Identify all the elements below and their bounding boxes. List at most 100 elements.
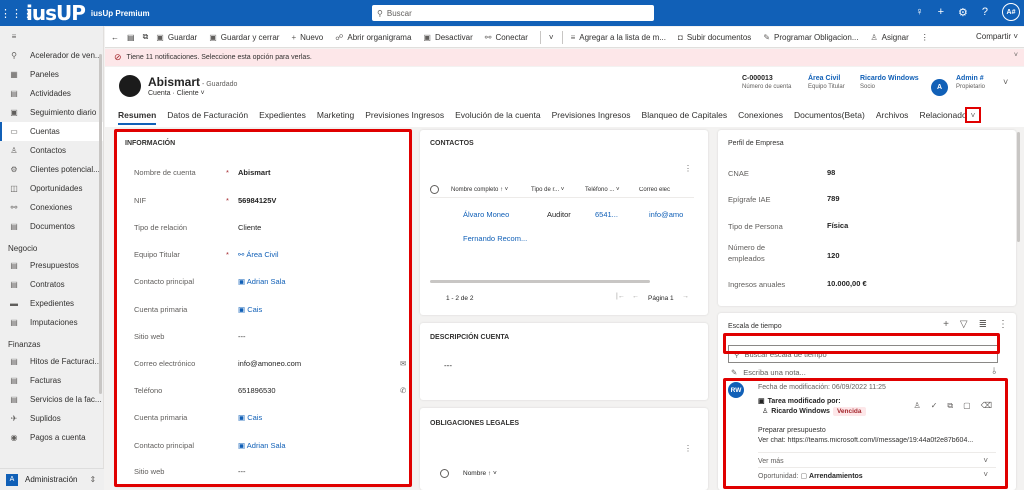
team-value[interactable]: Área Civil — [808, 75, 845, 82]
column-header-tipo[interactable]: Tipo de r... ˅ — [531, 187, 585, 193]
owner-value[interactable]: Admin # — [956, 75, 985, 82]
sidebar-item-actividades[interactable]: ▤ Actividades — [0, 84, 103, 103]
tab-expedientes[interactable]: Expedientes — [259, 110, 306, 125]
field-value[interactable]: ⚯ Área Civil — [238, 250, 278, 259]
assign-button[interactable]: ♙ Asignar — [871, 33, 909, 42]
open-org-chart-button[interactable]: ☍ Abrir organigrama — [335, 33, 411, 42]
sidebar-item-conexiones[interactable]: ⚯ Conexiones — [0, 198, 103, 217]
new-button[interactable]: + Nuevo — [291, 33, 323, 42]
sidebar-item-paneles[interactable]: ▦ Paneles — [0, 65, 103, 84]
sidebar-item-contactos[interactable]: ♙ Contactos — [0, 141, 103, 160]
field-value[interactable]: ▣ Adrian Sala — [238, 277, 286, 286]
field-value[interactable]: Abismart — [238, 168, 271, 177]
field-value[interactable]: 789 — [827, 194, 840, 203]
pager-next-icon[interactable]: → — [682, 293, 689, 300]
help-icon[interactable]: ? — [982, 6, 988, 18]
partner-value[interactable]: Ricardo Windows — [860, 75, 919, 82]
connect-dropdown-chevron-icon[interactable]: ˅ — [549, 33, 554, 42]
sidebar-item-clientes-potenciales[interactable]: ⚙ Clientes potencial... — [0, 160, 103, 179]
tab-datos-facturacion[interactable]: Datos de Facturación — [167, 110, 248, 125]
tab-documentos-beta[interactable]: Documentos(Beta) — [794, 110, 865, 125]
sidebar-item-suplidos[interactable]: ✈ Suplidos — [0, 409, 103, 428]
assign-icon[interactable]: ♙ — [914, 401, 921, 411]
save-button[interactable]: ▣ Guardar — [156, 33, 197, 42]
field-value[interactable]: 120 — [827, 251, 840, 260]
table-row[interactable]: Álvaro Moneo Auditor 6541... info@amo — [463, 210, 689, 219]
timeline-post[interactable]: RW Fecha de modificación: 06/09/2022 11:… — [728, 382, 1000, 482]
sidebar-item-pagos-cuenta[interactable]: ◉ Pagos a cuenta — [0, 428, 103, 447]
sidebar-item-imputaciones[interactable]: ▤ Imputaciones — [0, 313, 103, 332]
field-value[interactable]: Cliente — [238, 223, 261, 232]
sidebar-scrollbar[interactable] — [99, 54, 102, 394]
back-arrow-icon[interactable]: ← — [111, 33, 119, 42]
page-scrollbar[interactable] — [1017, 132, 1020, 242]
global-search-input[interactable]: ⚲ Buscar — [372, 5, 654, 21]
expand-post-chevron-icon[interactable]: ˅ — [983, 456, 988, 465]
pager-first-page-icon[interactable]: |← — [616, 293, 625, 300]
connect-button[interactable]: ⚯ Conectar — [485, 33, 528, 42]
field-value[interactable]: ▣ Cais — [238, 413, 262, 422]
sidebar-item-documentos[interactable]: ▤ Documentos — [0, 217, 103, 236]
open-record-icon[interactable]: ⧉ — [947, 401, 953, 411]
field-value[interactable]: info@amoneo.com — [238, 359, 301, 368]
tab-previsiones-ingresos-2[interactable]: Previsiones Ingresos — [552, 110, 631, 125]
regarding-link[interactable]: Arrendamientos — [809, 473, 863, 480]
sidebar-item-oportunidades[interactable]: ◫ Oportunidades — [0, 179, 103, 198]
more-options-icon[interactable]: ⋮ — [684, 444, 692, 453]
collapse-chevron-icon[interactable]: ˅ — [983, 470, 988, 479]
plus-icon[interactable]: + — [938, 6, 944, 18]
field-value[interactable]: --- — [238, 332, 246, 341]
sidebar-item-acelerador[interactable]: ⚲ Acelerador de ven... — [0, 46, 103, 65]
share-button[interactable]: Compartir ˅ — [976, 32, 1018, 41]
phone-call-icon[interactable]: ✆ — [400, 386, 406, 395]
field-value[interactable]: 98 — [827, 168, 835, 177]
sidebar-item-presupuestos[interactable]: ▤ Presupuestos — [0, 256, 103, 275]
expand-header-chevron-icon[interactable]: ˅ — [1003, 77, 1008, 87]
column-header-nombre[interactable]: Nombre completo ↑ ˅ — [451, 187, 531, 193]
more-options-icon[interactable]: ⋮ — [998, 319, 1008, 330]
sidebar-item-facturas[interactable]: ▤ Facturas — [0, 371, 103, 390]
timeline-search-input[interactable]: ⚲ Buscar escala de tiempo — [728, 345, 998, 363]
more-commands-icon[interactable]: ⋮ — [921, 33, 929, 42]
note-input[interactable]: ✎ Escriba una nota... — [731, 368, 806, 377]
send-email-icon[interactable]: ✉ — [400, 359, 406, 368]
list-view-icon[interactable]: ≣ — [979, 319, 987, 330]
sidebar-menu-toggle[interactable]: ≡ — [0, 26, 103, 46]
field-value[interactable]: ▣ Cais — [238, 305, 262, 314]
complete-check-icon[interactable]: ✓ — [931, 401, 938, 411]
upload-documents-button[interactable]: ◘ Subir documentos — [678, 33, 751, 42]
tab-resumen[interactable]: Resumen — [118, 110, 157, 125]
record-info-icon[interactable]: ▤ — [127, 33, 135, 42]
field-value[interactable]: 56984125V — [238, 196, 276, 205]
column-header-telefono[interactable]: Teléfono ... ˅ — [585, 187, 639, 193]
see-more-link[interactable]: Ver más — [758, 458, 784, 465]
contact-email-link[interactable]: info@amo — [649, 210, 689, 219]
field-value[interactable]: 651896530 — [238, 386, 276, 395]
app-name[interactable]: iusUp Premium — [91, 9, 150, 18]
contact-phone-link[interactable]: 6541... — [595, 210, 649, 219]
notification-bar[interactable]: ⊘ Tiene 11 notificaciones. Seleccione es… — [105, 49, 1024, 66]
description-value[interactable]: --- — [444, 361, 452, 370]
tab-blanqueo-capitales[interactable]: Blanqueo de Capitales — [642, 110, 728, 125]
deactivate-button[interactable]: ▣ Desactivar — [423, 33, 472, 42]
select-all-radio[interactable] — [430, 185, 439, 194]
more-tabs-chevron-icon[interactable]: ˅ — [965, 107, 981, 123]
sidebar-item-hitos-facturacion[interactable]: ▤ Hitos de Facturaci... — [0, 352, 103, 371]
tab-conexiones[interactable]: Conexiones — [738, 110, 783, 125]
sidebar-item-cuentas[interactable]: ▭ Cuentas — [0, 122, 103, 141]
comment-icon[interactable]: ▢ — [963, 401, 971, 411]
delete-icon[interactable]: ⌫ — [981, 401, 992, 411]
field-value[interactable]: ▣ Adrian Sala — [238, 441, 286, 450]
open-new-window-icon[interactable]: ⧉ — [143, 32, 149, 42]
horizontal-scrollbar[interactable] — [430, 280, 650, 283]
add-to-marketing-list-button[interactable]: ≡ Agregar a la lista de m... — [571, 33, 666, 42]
more-options-icon[interactable]: ⋮ — [684, 164, 692, 173]
sidebar-item-expedientes[interactable]: ▬ Expedientes — [0, 294, 103, 313]
contact-name-link[interactable]: Fernando Recom... — [463, 234, 527, 243]
attachment-icon[interactable]: ⫰ — [992, 366, 996, 377]
field-value[interactable]: 10.000,00 € — [827, 279, 867, 288]
settings-gear-icon[interactable]: ⚙ — [958, 6, 968, 19]
user-avatar[interactable]: A# — [1002, 3, 1020, 21]
column-header-correo[interactable]: Correo elec — [639, 187, 679, 193]
sidebar-item-contratos[interactable]: ▤ Contratos — [0, 275, 103, 294]
